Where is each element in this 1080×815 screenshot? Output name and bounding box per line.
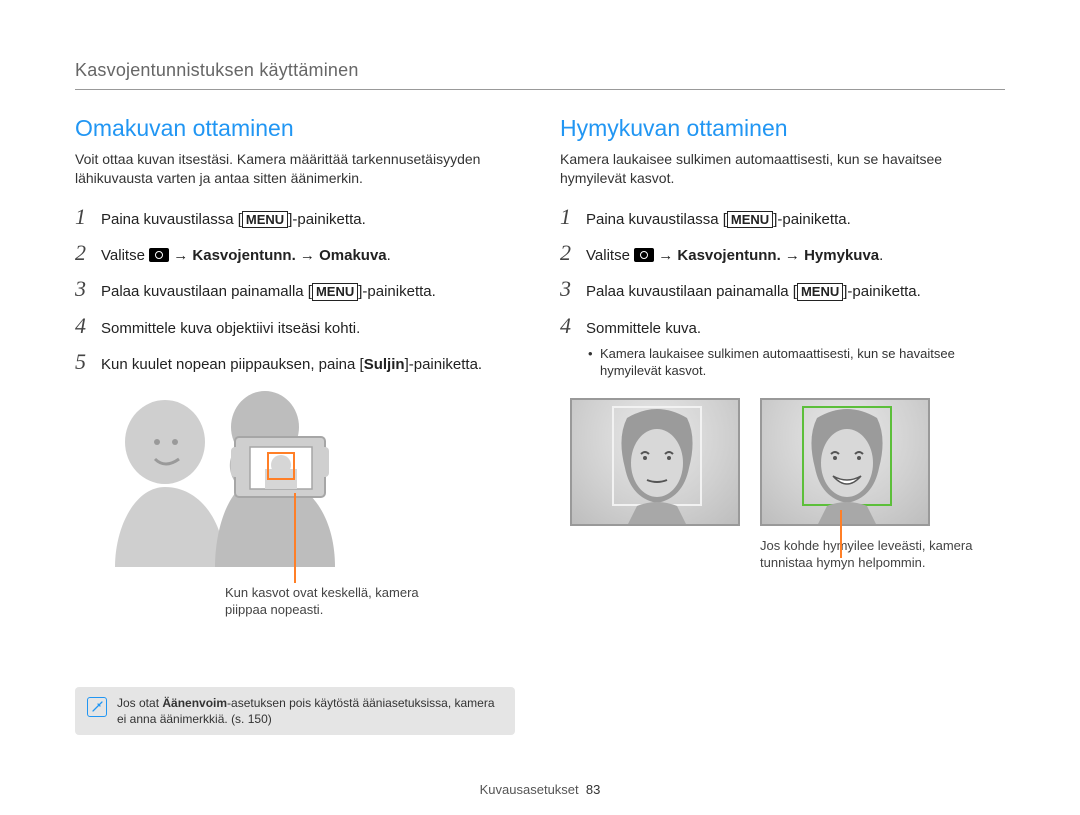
camera-icon	[149, 248, 169, 262]
smile-detection-images	[570, 398, 1005, 526]
selfie-illustration: Kun kasvot ovat keskellä, kamera piippaa…	[75, 387, 520, 647]
camera-icon	[634, 248, 654, 262]
callout-line	[294, 493, 296, 583]
menu-icon: MENU	[727, 211, 773, 229]
menu-icon: MENU	[242, 211, 288, 229]
right-title: Hymykuvan ottaminen	[560, 115, 1005, 142]
people-holding-camera-illustration	[105, 387, 405, 567]
callout-line	[840, 510, 842, 558]
left-step-4: Sommittele kuva objektiivi itseäsi kohti…	[101, 319, 360, 339]
right-intro: Kamera laukaisee sulkimen automaattisest…	[560, 150, 1005, 188]
breadcrumb: Kasvojentunnistuksen käyttäminen	[75, 60, 1005, 90]
left-step-2: Valitse → Kasvojentunn. → Omakuva.	[101, 246, 391, 266]
page-number: 83	[586, 782, 600, 797]
right-step-3: Palaa kuvaustilaan painamalla [MENU]-pai…	[586, 282, 921, 302]
note-icon	[87, 697, 107, 717]
step-number: 2	[560, 240, 586, 266]
note-text: Jos otat Äänenvoim-asetuksen pois käytös…	[117, 695, 503, 727]
smile-image-smiling	[760, 398, 930, 526]
menu-icon: MENU	[797, 283, 843, 301]
face-neutral-icon	[607, 408, 707, 526]
left-step-1: Paina kuvaustilassa [MENU]-painiketta.	[101, 210, 366, 230]
step-number: 4	[75, 313, 101, 339]
right-step-4: Sommittele kuva.	[586, 319, 701, 339]
step-number: 2	[75, 240, 101, 266]
right-steps: 1 Paina kuvaustilassa [MENU]-painiketta.…	[560, 204, 1005, 339]
right-step-2: Valitse → Kasvojentunn. → Hymykuva.	[586, 246, 883, 266]
step-number: 3	[560, 276, 586, 302]
note-box: Jos otat Äänenvoim-asetuksen pois käytös…	[75, 687, 515, 735]
right-callout: Jos kohde hymyilee leveästi, kamera tunn…	[760, 538, 990, 572]
page-footer: Kuvausasetukset 83	[0, 782, 1080, 797]
left-step-3: Palaa kuvaustilaan painamalla [MENU]-pai…	[101, 282, 436, 302]
menu-icon: MENU	[312, 283, 358, 301]
smile-image-neutral	[570, 398, 740, 526]
left-step-5: Kun kuulet nopean piippauksen, paina [Su…	[101, 355, 482, 375]
step-number: 1	[75, 204, 101, 230]
left-intro: Voit ottaa kuvan itsestäsi. Kamera määri…	[75, 150, 520, 188]
left-callout: Kun kasvot ovat keskellä, kamera piippaa…	[225, 585, 455, 619]
step-number: 5	[75, 349, 101, 375]
left-column: Omakuvan ottaminen Voit ottaa kuvan itse…	[75, 115, 520, 735]
footer-label: Kuvausasetukset	[480, 782, 579, 797]
step-number: 4	[560, 313, 586, 339]
face-smiling-icon	[797, 408, 897, 526]
left-title: Omakuvan ottaminen	[75, 115, 520, 142]
right-column: Hymykuvan ottaminen Kamera laukaisee sul…	[560, 115, 1005, 735]
step-number: 3	[75, 276, 101, 302]
left-steps: 1 Paina kuvaustilassa [MENU]-painiketta.…	[75, 204, 520, 375]
step-number: 1	[560, 204, 586, 230]
right-step-1: Paina kuvaustilassa [MENU]-painiketta.	[586, 210, 851, 230]
right-step-4-sub: Kamera laukaisee sulkimen automaattisest…	[588, 345, 1005, 380]
